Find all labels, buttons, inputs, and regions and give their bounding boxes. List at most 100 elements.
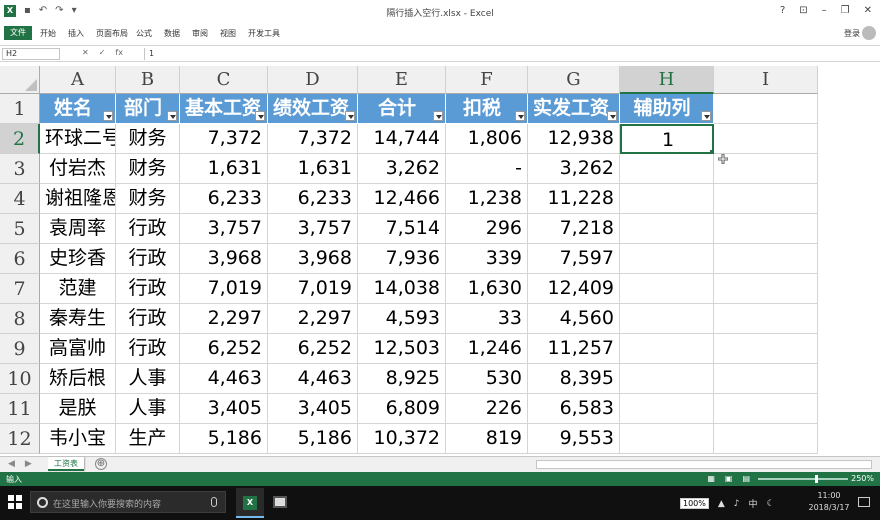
- table-header-cell[interactable]: 部门: [116, 94, 180, 124]
- table-cell[interactable]: 行政: [116, 244, 180, 274]
- table-cell[interactable]: 秦寿生: [40, 304, 116, 334]
- table-header-cell[interactable]: 绩效工资: [268, 94, 358, 124]
- table-cell[interactable]: [714, 124, 818, 154]
- column-header-e[interactable]: E: [358, 66, 446, 94]
- table-cell[interactable]: 1,246: [446, 334, 528, 364]
- table-cell[interactable]: 5,186: [180, 424, 268, 454]
- table-header-cell[interactable]: 姓名: [40, 94, 116, 124]
- table-cell[interactable]: 819: [446, 424, 528, 454]
- page-break-view-icon[interactable]: ▤: [742, 474, 750, 483]
- tab-page-layout[interactable]: 页面布局: [96, 28, 128, 39]
- table-cell[interactable]: 7,019: [268, 274, 358, 304]
- active-cell[interactable]: 1: [620, 124, 714, 154]
- filter-dropdown-icon[interactable]: [345, 111, 355, 121]
- row-header-4[interactable]: 4: [0, 184, 40, 214]
- table-cell[interactable]: 行政: [116, 214, 180, 244]
- table-cell[interactable]: [714, 364, 818, 394]
- login-link[interactable]: 登录: [844, 28, 860, 39]
- normal-view-icon[interactable]: ▦: [707, 474, 715, 483]
- column-header-d[interactable]: D: [268, 66, 358, 94]
- column-header-h[interactable]: H: [620, 66, 714, 94]
- horizontal-scrollbar[interactable]: [536, 460, 872, 469]
- tab-file[interactable]: 文件: [4, 26, 32, 40]
- table-cell[interactable]: 3,757: [268, 214, 358, 244]
- row-header-10[interactable]: 10: [0, 364, 40, 394]
- table-cell[interactable]: [620, 334, 714, 364]
- table-cell[interactable]: 12,466: [358, 184, 446, 214]
- table-cell[interactable]: 是朕: [40, 394, 116, 424]
- table-cell[interactable]: 7,019: [180, 274, 268, 304]
- table-cell[interactable]: 33: [446, 304, 528, 334]
- table-cell[interactable]: [714, 154, 818, 184]
- table-cell[interactable]: [714, 424, 818, 454]
- column-header-f[interactable]: F: [446, 66, 528, 94]
- table-cell[interactable]: 7,372: [180, 124, 268, 154]
- table-cell[interactable]: 谢祖隆恩: [40, 184, 116, 214]
- tab-review[interactable]: 审阅: [192, 28, 208, 39]
- avatar[interactable]: [862, 26, 876, 40]
- column-header-a[interactable]: A: [40, 66, 116, 94]
- restore-button[interactable]: ❐: [841, 5, 850, 16]
- table-cell[interactable]: 史珍香: [40, 244, 116, 274]
- select-all-button[interactable]: [0, 66, 40, 94]
- table-cell[interactable]: 3,405: [268, 394, 358, 424]
- table-cell[interactable]: 7,372: [268, 124, 358, 154]
- table-cell[interactable]: 生产: [116, 424, 180, 454]
- table-cell[interactable]: 韦小宝: [40, 424, 116, 454]
- filter-dropdown-icon[interactable]: [515, 111, 525, 121]
- row-header-12[interactable]: 12: [0, 424, 40, 454]
- table-cell[interactable]: 1,238: [446, 184, 528, 214]
- row-header-1[interactable]: 1: [0, 94, 40, 124]
- table-cell[interactable]: 3,405: [180, 394, 268, 424]
- tab-data[interactable]: 数据: [164, 28, 180, 39]
- table-cell[interactable]: 1,631: [268, 154, 358, 184]
- table-cell[interactable]: [714, 394, 818, 424]
- tab-developer[interactable]: 开发工具: [248, 28, 280, 39]
- cancel-icon[interactable]: ✕: [82, 48, 89, 57]
- table-cell[interactable]: 6,809: [358, 394, 446, 424]
- table-cell[interactable]: 5,186: [268, 424, 358, 454]
- table-cell[interactable]: 范建: [40, 274, 116, 304]
- table-cell[interactable]: 296: [446, 214, 528, 244]
- row-header-7[interactable]: 7: [0, 274, 40, 304]
- table-cell[interactable]: 9,553: [528, 424, 620, 454]
- table-cell[interactable]: 1,631: [180, 154, 268, 184]
- row-header-8[interactable]: 8: [0, 304, 40, 334]
- table-cell[interactable]: 6,233: [180, 184, 268, 214]
- row-header-3[interactable]: 3: [0, 154, 40, 184]
- table-cell[interactable]: 付岩杰: [40, 154, 116, 184]
- microphone-icon[interactable]: [211, 497, 217, 507]
- ime-indicator[interactable]: 中: [749, 497, 758, 510]
- table-cell[interactable]: [620, 214, 714, 244]
- table-cell[interactable]: [714, 244, 818, 274]
- table-cell[interactable]: [620, 244, 714, 274]
- add-sheet-button[interactable]: ⊕: [95, 458, 107, 470]
- table-cell[interactable]: 7,218: [528, 214, 620, 244]
- formula-input[interactable]: 1: [144, 48, 878, 60]
- taskbar-search[interactable]: 在这里输入你要搜索的内容: [30, 491, 226, 513]
- taskbar-clock[interactable]: 11:00 2018/3/17: [806, 490, 852, 514]
- table-cell[interactable]: 袁周率: [40, 214, 116, 244]
- tab-view[interactable]: 视图: [220, 28, 236, 39]
- column-header-i[interactable]: I: [714, 66, 818, 94]
- table-cell[interactable]: 14,744: [358, 124, 446, 154]
- table-cell[interactable]: 环球二号: [40, 124, 116, 154]
- ribbon-display-button[interactable]: ⊡: [799, 5, 807, 16]
- row-header-2[interactable]: 2: [0, 124, 40, 154]
- volume-icon[interactable]: ♪: [734, 499, 740, 509]
- table-cell[interactable]: 人事: [116, 394, 180, 424]
- table-cell[interactable]: 3,968: [268, 244, 358, 274]
- zoom-badge[interactable]: 100%: [680, 498, 709, 509]
- sheet-nav-prev-icon[interactable]: ◀: [8, 459, 15, 469]
- table-cell[interactable]: [620, 274, 714, 304]
- table-cell[interactable]: 2,297: [180, 304, 268, 334]
- table-cell[interactable]: -: [446, 154, 528, 184]
- page-layout-view-icon[interactable]: ▣: [725, 474, 733, 483]
- zoom-slider[interactable]: [758, 478, 848, 480]
- table-header-cell[interactable]: 基本工资: [180, 94, 268, 124]
- table-cell[interactable]: [620, 424, 714, 454]
- filter-dropdown-icon[interactable]: [433, 111, 443, 121]
- table-cell[interactable]: 530: [446, 364, 528, 394]
- table-cell[interactable]: 3,262: [358, 154, 446, 184]
- filter-dropdown-icon[interactable]: [103, 111, 113, 121]
